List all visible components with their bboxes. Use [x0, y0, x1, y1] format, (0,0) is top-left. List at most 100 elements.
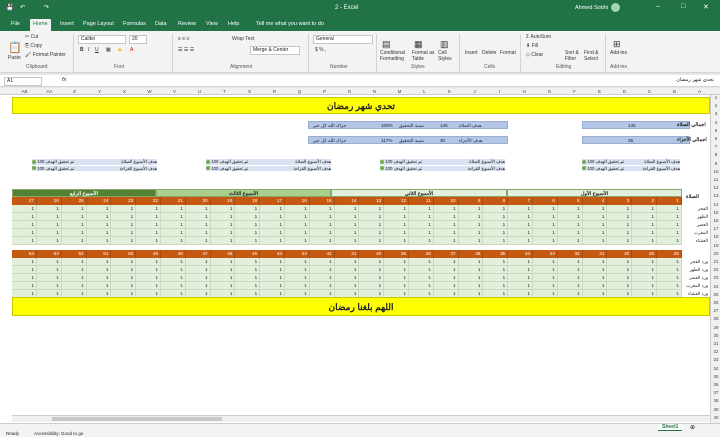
tracker-cell[interactable]: 1	[111, 237, 137, 245]
tracker-cell[interactable]: 1	[532, 229, 558, 237]
tracker-cell[interactable]: 1	[284, 258, 310, 266]
merge-center-button[interactable]: Merge & Center	[250, 46, 300, 55]
tracker-cell[interactable]: 1	[582, 274, 608, 282]
tracker-cell[interactable]: 1	[557, 266, 583, 274]
tracker-cell[interactable]: 1	[334, 213, 360, 221]
tracker-cell[interactable]: 1	[408, 258, 434, 266]
tracker-cell[interactable]: 1	[632, 237, 657, 245]
day-number-cell[interactable]: 16	[285, 197, 310, 205]
row-header[interactable]: 15	[711, 210, 720, 215]
row-header[interactable]: 22	[711, 267, 720, 272]
tracker-cell[interactable]: 1	[61, 274, 87, 282]
row-header[interactable]: 26	[711, 300, 720, 305]
tracker-cell[interactable]: 1	[61, 282, 87, 290]
cut-button[interactable]: ✂ Cut	[25, 34, 38, 40]
tracker-cell[interactable]: 1	[86, 266, 112, 274]
tracker-cell[interactable]: 1	[210, 274, 236, 282]
tracker-cell[interactable]: 1	[557, 274, 583, 282]
day-number-cell[interactable]: 4	[582, 197, 608, 205]
sort-filter-button[interactable]: Sort & Filter	[565, 50, 583, 62]
day-number-cell[interactable]: 49	[136, 250, 161, 258]
row-header[interactable]: 21	[711, 259, 720, 264]
tracker-cell[interactable]: 1	[86, 221, 112, 229]
tracker-cell[interactable]: 1	[61, 229, 87, 237]
underline-button[interactable]: U	[95, 47, 99, 53]
day-number-cell[interactable]: 53	[37, 250, 62, 258]
tracker-cell[interactable]: 1	[359, 282, 385, 290]
tab-file[interactable]: File	[8, 19, 23, 31]
day-number-cell[interactable]: 39	[384, 250, 409, 258]
day-number-cell[interactable]: 35	[483, 250, 509, 258]
tracker-cell[interactable]: 1	[384, 274, 409, 282]
row-header[interactable]: 19	[711, 243, 720, 248]
tracker-cell[interactable]: 1	[656, 237, 682, 245]
tracker-cell[interactable]: 1	[656, 229, 682, 237]
column-header[interactable]: M	[387, 88, 412, 95]
row-header[interactable]: 5	[711, 128, 720, 133]
tracker-cell[interactable]: 1	[12, 266, 37, 274]
column-header[interactable]: R	[262, 88, 287, 95]
align-top-icon[interactable]: ≡ ≡ ≡	[178, 36, 190, 42]
tracker-cell[interactable]: 1	[309, 221, 335, 229]
tracker-cell[interactable]: 1	[508, 221, 533, 229]
tracker-cell[interactable]: 1	[483, 237, 509, 245]
tracker-cell[interactable]: 1	[36, 274, 62, 282]
tracker-cell[interactable]: 1	[86, 205, 112, 213]
cell-styles-icon[interactable]: ▥	[440, 39, 449, 50]
tracker-cell[interactable]: 1	[284, 213, 310, 221]
tracker-cell[interactable]: 1	[508, 229, 533, 237]
tracker-cell[interactable]: 1	[483, 213, 509, 221]
tracker-cell[interactable]: 1	[582, 266, 608, 274]
tracker-cell[interactable]: 1	[309, 229, 335, 237]
tracker-cell[interactable]: 1	[284, 205, 310, 213]
tracker-cell[interactable]: 1	[433, 274, 459, 282]
tracker-cell[interactable]: 1	[12, 237, 37, 245]
tab-data[interactable]: Data	[152, 19, 170, 31]
day-number-cell[interactable]: 34	[508, 250, 533, 258]
tracker-cell[interactable]: 1	[136, 221, 161, 229]
tracker-cell[interactable]: 1	[260, 205, 285, 213]
undo-icon[interactable]: ↶	[20, 4, 25, 11]
row-header[interactable]: 4	[711, 120, 720, 125]
tracker-cell[interactable]: 1	[185, 237, 211, 245]
add-sheet-icon[interactable]: ⊕	[690, 424, 695, 431]
day-number-cell[interactable]: 32	[558, 250, 583, 258]
tracker-cell[interactable]: 1	[582, 213, 608, 221]
font-color-icon[interactable]: A	[130, 47, 133, 53]
tracker-cell[interactable]: 1	[458, 258, 484, 266]
tracker-cell[interactable]: 1	[557, 221, 583, 229]
row-header[interactable]: 16	[711, 218, 720, 223]
redo-icon[interactable]: ↷	[44, 4, 49, 11]
column-header[interactable]: L	[412, 88, 437, 95]
column-header[interactable]: W	[137, 88, 162, 95]
tracker-cell[interactable]: 1	[284, 237, 310, 245]
row-header[interactable]: 33	[711, 357, 720, 362]
tracker-cell[interactable]: 1	[111, 282, 137, 290]
tracker-cell[interactable]: 1	[284, 282, 310, 290]
tracker-cell[interactable]: 1	[61, 213, 87, 221]
tracker-cell[interactable]: 1	[210, 213, 236, 221]
tracker-cell[interactable]: 1	[532, 258, 558, 266]
tracker-cell[interactable]: 1	[334, 205, 360, 213]
day-number-cell[interactable]: 14	[334, 197, 360, 205]
tracker-cell[interactable]: 1	[458, 213, 484, 221]
tracker-cell[interactable]: 1	[260, 274, 285, 282]
day-number-cell[interactable]: 52	[62, 250, 87, 258]
row-header[interactable]: 13	[711, 193, 720, 198]
row-header[interactable]: 6	[711, 136, 720, 141]
tracker-cell[interactable]: 1	[433, 258, 459, 266]
addins-button[interactable]: Add-ins	[610, 50, 627, 56]
day-number-cell[interactable]: 12	[384, 197, 409, 205]
tracker-cell[interactable]: 1	[136, 229, 161, 237]
paste-button[interactable]: Paste	[8, 55, 21, 61]
row-header[interactable]: 28	[711, 316, 720, 321]
tracker-cell[interactable]: 1	[160, 258, 186, 266]
copy-button[interactable]: ⎘ Copy	[25, 43, 42, 49]
fill-color-icon[interactable]: ◈	[118, 47, 122, 53]
format-cells-button[interactable]: Format	[500, 50, 516, 56]
tracker-cell[interactable]: 1	[508, 266, 533, 274]
tracker-cell[interactable]: 1	[36, 205, 62, 213]
tracker-cell[interactable]: 1	[607, 221, 633, 229]
tracker-cell[interactable]: 1	[433, 229, 459, 237]
tracker-cell[interactable]: 1	[111, 205, 137, 213]
